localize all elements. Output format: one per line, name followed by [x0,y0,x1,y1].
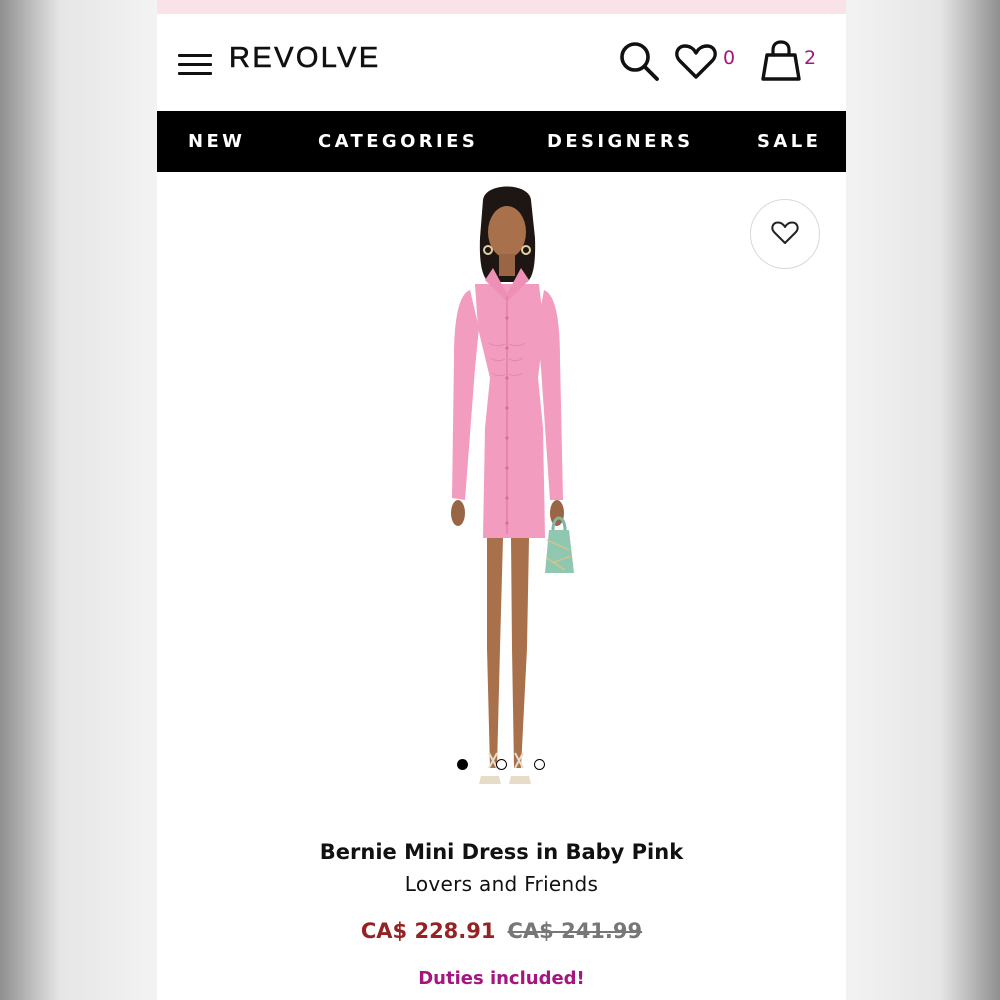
add-to-wishlist-button[interactable] [750,199,820,269]
nav-item-sale[interactable]: SALE [757,131,821,152]
sale-price: CA$ 228.91 [360,919,496,943]
carousel-dot-1[interactable] [457,759,468,770]
search-icon[interactable] [618,40,660,82]
duties-note: Duties included! [418,968,585,989]
carousel-dot-2[interactable] [496,759,507,770]
site-header: REVOLVE 0 2 [157,14,846,111]
site-logo[interactable]: REVOLVE [229,42,381,75]
product-image [451,186,574,784]
product-gallery[interactable] [157,172,846,832]
phone-screen: REVOLVE 0 2 NEW CATEGORIES DESIGNERS SAL… [157,0,846,1000]
price-block: CA$ 228.91 CA$ 241.99 [157,919,846,943]
menu-icon[interactable] [178,54,212,76]
promo-strip [157,0,846,14]
wishlist-count: 0 [723,47,736,69]
nav-item-designers[interactable]: DESIGNERS [547,131,693,152]
product-brand[interactable]: Lovers and Friends [157,872,846,896]
cart-count: 2 [804,47,817,69]
bag-icon[interactable] [761,40,801,82]
product-title[interactable]: Bernie Mini Dress in Baby Pink [157,840,846,864]
original-price: CA$ 241.99 [507,919,643,943]
nav-item-categories[interactable]: CATEGORIES [318,131,478,152]
nav-item-new[interactable]: NEW [188,131,245,152]
heart-icon[interactable] [675,44,717,80]
carousel-dot-3[interactable] [534,759,545,770]
main-nav: NEW CATEGORIES DESIGNERS SALE [157,111,846,172]
heart-outline-icon [771,221,799,244]
